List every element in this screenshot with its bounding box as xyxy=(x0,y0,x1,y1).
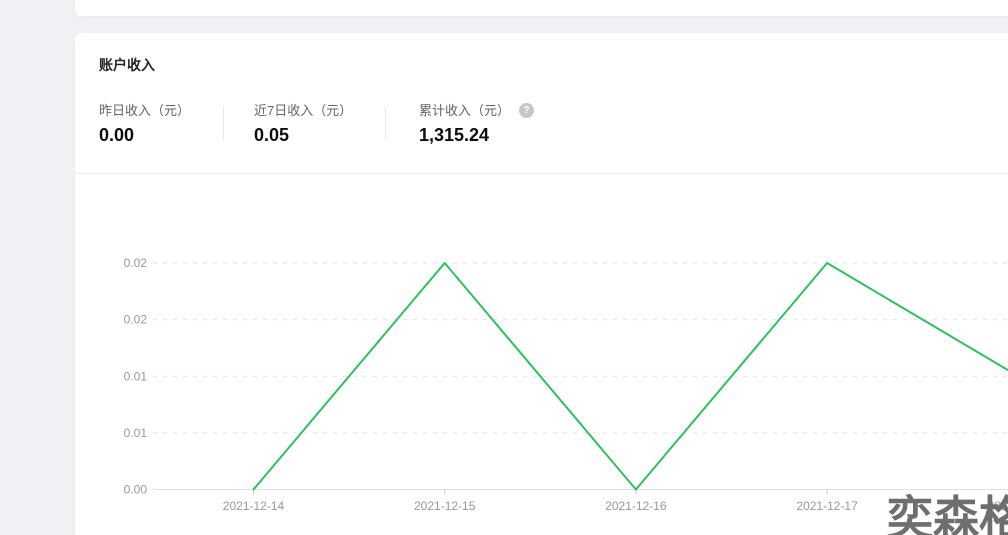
stat-label: 近7日收入（元） xyxy=(254,103,353,118)
watermark: 奕森格 xyxy=(887,492,1008,535)
stat-value: 0.00 xyxy=(99,125,135,145)
card-title: 账户收入 xyxy=(99,57,155,73)
stat-divider xyxy=(385,106,386,140)
income-card: 账户收入 昨日收入（元） 0.00 近7日收入（元） 0.05 累计收入（元） … xyxy=(75,33,1008,535)
page: 账户收入 昨日收入（元） 0.00 近7日收入（元） 0.05 累计收入（元） … xyxy=(0,0,1008,535)
stat-label: 累计收入（元） ? xyxy=(419,103,535,118)
top-card xyxy=(75,0,1008,16)
stat-last7days-income: 近7日收入（元） 0.05 xyxy=(254,103,352,145)
stat-value: 1,315.24 xyxy=(419,125,490,145)
stat-total-income: 累计收入（元） ? 1,315.24 xyxy=(419,103,535,145)
stat-value: 0.05 xyxy=(254,125,290,145)
help-icon[interactable]: ? xyxy=(519,103,535,118)
header-divider xyxy=(75,173,1008,174)
stat-divider xyxy=(223,106,224,140)
stat-label-text: 累计收入（元） xyxy=(419,103,511,118)
stat-label: 昨日收入（元） xyxy=(99,103,191,118)
stat-yesterday-income: 昨日收入（元） 0.00 xyxy=(99,103,190,145)
